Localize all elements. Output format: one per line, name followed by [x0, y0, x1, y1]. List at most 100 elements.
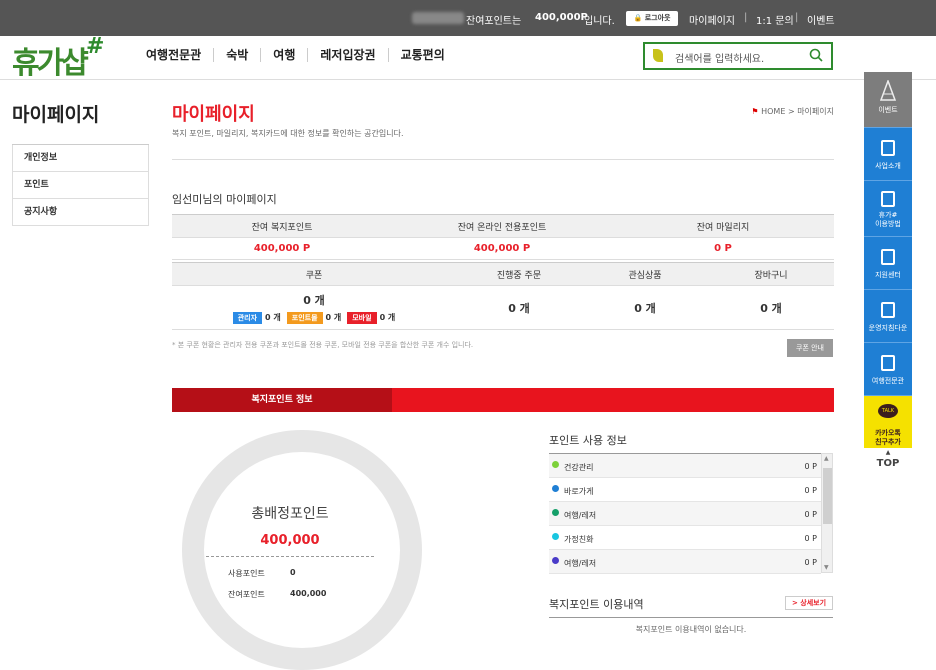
wishlist-count[interactable]: 0 개	[582, 286, 708, 329]
list-item: 여행/레저 0 P	[549, 550, 821, 574]
kakao-talk-icon: TALK	[878, 404, 898, 418]
network-icon	[881, 249, 895, 265]
list-item: 건강관리 0 P	[549, 454, 821, 478]
quick-item-travel-hall[interactable]: 여행전문관	[864, 343, 912, 396]
divider: |	[795, 12, 799, 23]
search-input[interactable]: 검색어를 입력하세요.	[675, 50, 764, 65]
user-name-blurred	[412, 12, 464, 24]
logo-hash-mark: #	[86, 34, 105, 59]
quick-menu: 이벤트 사업소개 휴가# 이용방법 지원센터 운영지침다운 여행전문관 TALK…	[864, 72, 912, 452]
points-value: 400,000P	[535, 12, 588, 23]
quick-item-usage-guide[interactable]: 휴가# 이용방법	[864, 181, 912, 237]
category-name: 여행/레저	[564, 511, 597, 520]
balance-header: 잔여 온라인 전용포인트	[457, 222, 547, 233]
header: 휴가샵 # 여행전문관 숙박 여행 레저입장권 교통편의 검색어를 입력하세요.	[0, 34, 936, 82]
donut-total: 400,000	[260, 533, 320, 548]
home-icon[interactable]: ⚑	[751, 107, 758, 116]
nav-item-lodging[interactable]: 숙박	[213, 48, 260, 62]
points-donut-chart	[182, 430, 422, 670]
quick-item-business-intro[interactable]: 사업소개	[864, 128, 912, 181]
category-name: 가정친화	[564, 535, 594, 544]
remaining-points-value: 400,000	[290, 589, 327, 598]
main-nav: 여행전문관 숙박 여행 레저입장권 교통편의	[146, 48, 457, 62]
breadcrumb-separator: >	[787, 107, 795, 116]
event-link[interactable]: 이벤트	[807, 12, 835, 27]
coupon-note: * 본 쿠폰 현황은 관리자 전용 쿠폰과 포인트몰 전용 쿠폰, 모바일 전용…	[172, 341, 474, 349]
nav-item-transport[interactable]: 교통편의	[387, 48, 457, 62]
sidebar-menu: 개인정보 포인트 공지사항	[12, 144, 149, 226]
welfare-points-tab[interactable]: 복지포인트 정보	[172, 388, 392, 412]
status-header: 진행중 주문	[496, 270, 542, 281]
inquiry-link[interactable]: 1:1 문의	[756, 12, 794, 27]
online-points-value: 400,000 P	[473, 243, 531, 254]
donut-label: 총배정포인트	[251, 506, 329, 522]
search-box[interactable]: 검색어를 입력하세요.	[643, 42, 833, 70]
party-hat-icon	[880, 80, 896, 101]
divider: |	[744, 12, 748, 23]
remaining-points-label: 잔여포인트	[228, 590, 265, 599]
status-header: 장바구니	[754, 270, 788, 281]
category-value: 0 P	[804, 510, 817, 519]
user-mypage-title: 임선미님의 마이페이지	[172, 193, 277, 206]
orders-count[interactable]: 0 개	[456, 286, 582, 329]
sidebar-item-notices[interactable]: 공지사항	[12, 199, 149, 226]
quick-item-guidelines-download[interactable]: 운영지침다운	[864, 290, 912, 343]
sidebar-item-points[interactable]: 포인트	[12, 172, 149, 199]
quick-item-label: 여행전문관	[871, 377, 905, 385]
pointmall-coupon-badge: 포인트몰	[286, 311, 323, 324]
page-description: 복지 포인트, 마일리지, 복지카드에 대한 정보를 확인하는 공간입니다.	[172, 129, 404, 138]
quick-item-label: 사업소개	[875, 162, 901, 170]
nav-item-travel-hall[interactable]: 여행전문관	[146, 48, 213, 62]
welfare-points-value: 400,000 P	[253, 243, 311, 254]
scroll-down-icon[interactable]: ▼	[824, 564, 829, 571]
quick-item-kakao[interactable]: TALK 카카오톡 친구추가	[864, 396, 912, 452]
category-name: 여행/레저	[564, 559, 597, 568]
mileage-value: 0 P	[714, 243, 732, 254]
site-logo[interactable]: 휴가샵 #	[12, 34, 105, 82]
points-text: 잔여포인트는	[466, 16, 522, 27]
coupon-breakdown: 관리자 0 개 포인트몰 0 개 모바일 0 개	[232, 311, 395, 324]
logout-button[interactable]: 🔒 로그아웃	[626, 11, 678, 26]
scroll-up-icon[interactable]: ▲	[824, 455, 829, 462]
coupon-guide-button[interactable]: 쿠폰 안내	[787, 339, 833, 357]
category-dot	[552, 533, 559, 540]
book-icon	[881, 140, 895, 156]
cart-count[interactable]: 0 개	[708, 286, 834, 329]
quick-item-label: 휴가# 이용방법	[875, 211, 901, 228]
nav-item-leisure-tickets[interactable]: 레저입장권	[307, 48, 387, 62]
coupon-total: 0 개	[303, 293, 325, 307]
balance-header: 잔여 복지포인트	[251, 222, 313, 233]
category-dot	[552, 485, 559, 492]
list-item: 가정친화 0 P	[549, 526, 821, 550]
quick-item-support-center[interactable]: 지원센터	[864, 237, 912, 290]
points-suffix: 입니다.	[584, 16, 615, 27]
used-points-label: 사용포인트	[228, 569, 265, 578]
document-download-icon	[881, 191, 895, 207]
pointmall-coupon-count: 0 개	[325, 313, 342, 322]
list-item: 여행/레저 0 P	[549, 502, 821, 526]
breadcrumb-current: 마이페이지	[797, 107, 834, 116]
divider	[172, 159, 834, 160]
sidebar-item-personal-info[interactable]: 개인정보	[12, 145, 149, 172]
point-usage-scrollbar[interactable]: ▲ ▼	[821, 453, 833, 573]
search-icon[interactable]	[809, 48, 823, 62]
usage-history-empty: 복지포인트 이용내역이 없습니다.	[635, 625, 747, 634]
mypage-link[interactable]: 마이페이지	[689, 12, 735, 27]
point-usage-title: 포인트 사용 정보	[549, 434, 627, 447]
list-item: 바로가게 0 P	[549, 478, 821, 502]
status-header: 관심상품	[628, 270, 662, 281]
mobile-coupon-badge: 모바일	[347, 311, 377, 324]
used-points-value: 0	[290, 568, 296, 577]
caret-up-icon: ▲	[885, 449, 891, 456]
quick-item-label: 카카오톡 친구추가	[875, 429, 901, 446]
point-usage-list[interactable]: 건강관리 0 P 바로가게 0 P 여행/레저 0 P 가정친화 0 P 여행/레저 0 …	[549, 453, 821, 574]
page-title: 마이페이지	[172, 104, 255, 125]
category-name: 건강관리	[564, 463, 594, 472]
details-button[interactable]: > 상세보기	[785, 596, 833, 610]
quick-item-event[interactable]: 이벤트	[864, 72, 912, 128]
balance-table: 잔여 복지포인트 잔여 온라인 전용포인트 잔여 마일리지 400,000 P …	[172, 214, 834, 260]
scroll-top-button[interactable]: ▲ TOP	[864, 448, 912, 482]
scroll-thumb[interactable]	[823, 468, 832, 524]
breadcrumb-home[interactable]: HOME	[761, 107, 785, 116]
nav-item-travel[interactable]: 여행	[260, 48, 307, 62]
